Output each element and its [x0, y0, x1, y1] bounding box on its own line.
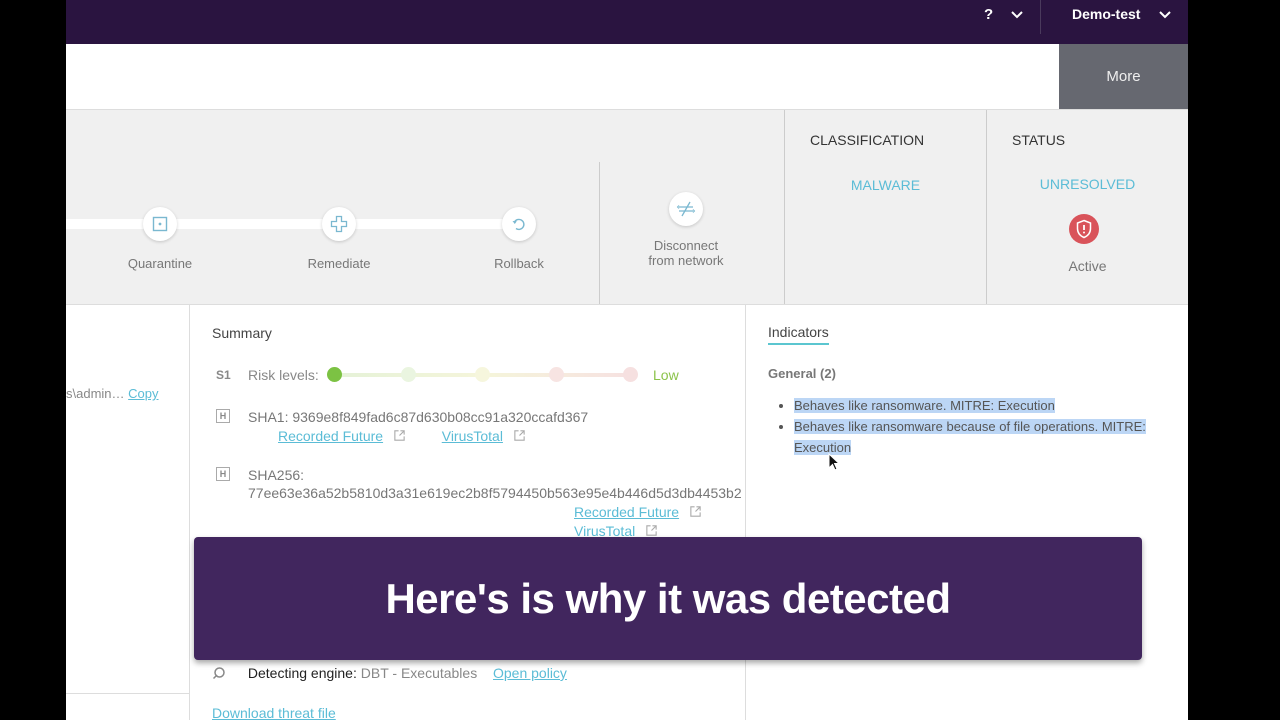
copy-path-link[interactable]: Copy: [128, 386, 158, 401]
engine-value: DBT - Executables: [360, 665, 478, 681]
risk-dot-2: [401, 367, 416, 382]
indicator-text: Behaves like ransomware because of file …: [794, 419, 1146, 455]
list-item: Behaves like ransomware because of file …: [794, 416, 1166, 458]
summary-title: Summary: [212, 325, 272, 341]
account-selector[interactable]: Demo-test: [1072, 6, 1140, 22]
risk-dot-4: [549, 367, 564, 382]
status-state: Active: [1068, 258, 1107, 274]
sha1-links: Recorded Future VirusTotal: [278, 428, 526, 444]
quarantine-label: Quarantine: [127, 256, 193, 271]
quarantine-icon: [143, 207, 177, 241]
indicator-group-general[interactable]: General (2): [768, 366, 836, 381]
rollback-label: Rollback: [494, 256, 544, 271]
remediate-action[interactable]: Remediate: [279, 207, 399, 271]
shield-alert-icon: [1069, 214, 1099, 244]
external-link-icon: [690, 506, 701, 517]
risk-dot-1: [327, 367, 342, 382]
sha256-recorded-future: Recorded Future: [574, 504, 702, 520]
disconnect-network-action[interactable]: Disconnect from network: [618, 192, 754, 268]
detecting-engine-row: Detecting engine: DBT - Executables Open…: [212, 665, 567, 681]
rollback-icon: [502, 207, 536, 241]
toolbar: More: [66, 44, 1188, 110]
caption-overlay: Here's is why it was detected: [194, 537, 1142, 660]
remediate-plus-icon: [322, 207, 356, 241]
sha256-recorded-future-link[interactable]: Recorded Future: [574, 504, 679, 520]
account-chevron-down-icon[interactable]: [1157, 6, 1173, 22]
threat-actions-panel: Quarantine Remediate Rollback Disconnect…: [66, 110, 784, 304]
hash-icon: H: [216, 467, 230, 481]
external-link-icon: [514, 430, 525, 441]
file-info-column: s\admin… Copy: [66, 305, 190, 720]
help-chevron-down-icon[interactable]: [1009, 6, 1025, 22]
download-threat-file-link[interactable]: Download threat file: [212, 705, 336, 720]
download-row: Download threat file: [212, 705, 336, 720]
status-title: STATUS: [1012, 132, 1066, 148]
s1-badge-icon: S1: [216, 368, 231, 382]
status-value[interactable]: UNRESOLVED: [987, 176, 1188, 192]
risk-label: Risk levels:: [248, 367, 319, 383]
sha256-value: 77ee63e36a52b5810d3a31e619ec2b8f5794450b…: [248, 485, 742, 501]
topbar-divider: [1040, 0, 1041, 34]
engine-icon: [212, 667, 225, 680]
open-policy-link[interactable]: Open policy: [493, 665, 567, 681]
sha1-label: SHA1:: [248, 409, 289, 425]
list-item: Behaves like ransomware. MITRE: Executio…: [794, 395, 1166, 416]
indicator-text: Behaves like ransomware. MITRE: Executio…: [794, 398, 1055, 413]
sha256-label: SHA256:: [248, 467, 305, 483]
tab-indicators[interactable]: Indicators: [768, 324, 829, 345]
actions-divider: [599, 162, 600, 304]
mouse-cursor-icon: [828, 453, 841, 471]
engine-label: Detecting engine:: [247, 665, 357, 681]
sha1-virustotal-link[interactable]: VirusTotal: [442, 428, 503, 444]
indicator-list: Behaves like ransomware. MITRE: Executio…: [794, 395, 1166, 458]
help-button[interactable]: ?: [984, 6, 993, 23]
quarantine-action[interactable]: Quarantine: [100, 207, 220, 271]
classification-panel: CLASSIFICATION MALWARE: [784, 110, 986, 304]
sha1-value: 9369e8f849fad6c87d630b08cc91a320ccafd367: [292, 409, 589, 425]
disconnect-label: Disconnect from network: [648, 238, 724, 268]
file-path: s\admin… Copy: [66, 386, 159, 401]
hash-icon: H: [216, 409, 230, 423]
classification-value[interactable]: MALWARE: [785, 177, 986, 193]
external-link-icon: [646, 525, 657, 536]
status-panel: STATUS UNRESOLVED Active: [986, 110, 1188, 304]
sha1-row: SHA1: 9369e8f849fad6c87d630b08cc91a320cc…: [248, 409, 588, 425]
left-divider: [66, 693, 190, 694]
sha1-recorded-future-link[interactable]: Recorded Future: [278, 428, 383, 444]
top-navigation-bar: ? Demo-test: [66, 0, 1188, 44]
risk-dot-3: [475, 367, 490, 382]
remediate-label: Remediate: [307, 256, 371, 271]
more-button[interactable]: More: [1059, 44, 1188, 109]
classification-title: CLASSIFICATION: [810, 132, 925, 148]
network-disconnect-icon: [669, 192, 703, 226]
risk-value: Low: [653, 367, 679, 383]
rollback-action[interactable]: Rollback: [459, 207, 579, 271]
external-link-icon: [394, 430, 405, 441]
risk-dot-5: [623, 367, 638, 382]
